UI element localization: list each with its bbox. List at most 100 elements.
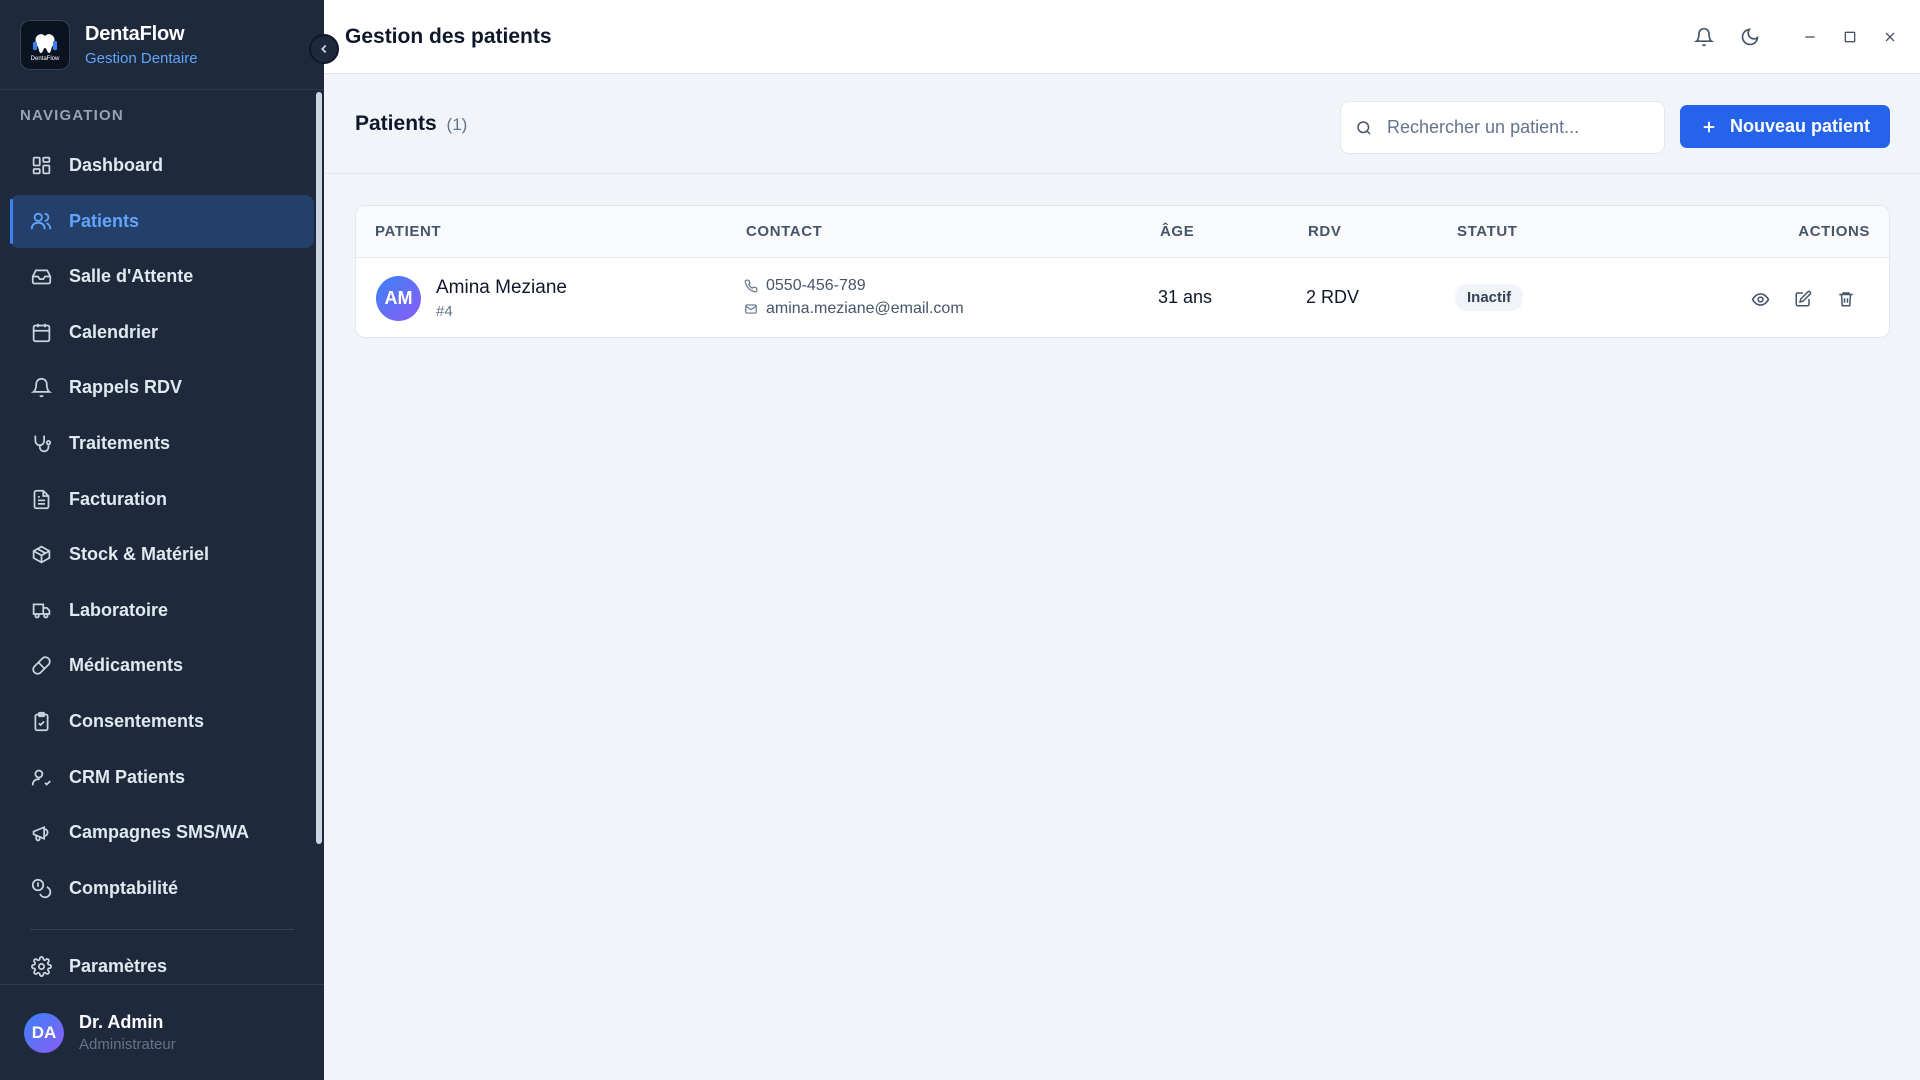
sidebar-item-stock[interactable]: Stock & Matériel xyxy=(10,528,314,581)
maximize-button[interactable] xyxy=(1830,15,1870,59)
calendar-icon xyxy=(30,321,52,343)
column-header-statut: STATUT xyxy=(1457,223,1518,240)
nav-list: Dashboard Patients Salle d'Attente Calen… xyxy=(0,139,324,993)
user-profile[interactable]: DA Dr. Admin Administrateur xyxy=(0,984,324,1080)
sidebar-item-label: Calendrier xyxy=(69,321,159,342)
sidebar-item-label: Patients xyxy=(69,210,140,231)
topbar: Gestion des patients xyxy=(324,0,1920,74)
trash-icon xyxy=(1839,292,1853,307)
patients-table: PATIENT CONTACT ÂGE RDV STATUT ACTIONS A… xyxy=(355,205,1890,338)
patient-phone: 0550-456-789 xyxy=(744,277,866,295)
sidebar-item-label: Facturation xyxy=(69,488,168,509)
section-title: Patients (1) xyxy=(355,112,467,136)
gear-icon xyxy=(30,955,52,977)
sidebar-item-label: Traitements xyxy=(69,432,171,453)
patients-header: Patients (1) Nouveau patient xyxy=(324,74,1920,174)
users-icon xyxy=(30,210,52,232)
table-row[interactable]: AM Amina Meziane #4 0550-456-789 amina.m… xyxy=(356,258,1889,337)
new-patient-label: Nouveau patient xyxy=(1729,116,1871,136)
sidebar-item-label: Médicaments xyxy=(69,655,184,676)
patient-age: 31 ans xyxy=(1158,287,1213,307)
user-check-icon xyxy=(30,766,52,788)
sidebar-item-label: CRM Patients xyxy=(69,766,186,787)
sidebar-item-label: Comptabilité xyxy=(69,877,179,898)
sidebar-item-campagnes[interactable]: Campagnes SMS/WA xyxy=(10,806,314,859)
package-icon xyxy=(30,544,52,566)
main-content: Patients (1) Nouveau patient PATIENT CON… xyxy=(324,74,1920,1080)
sidebar-item-rappels-rdv[interactable]: Rappels RDV xyxy=(10,361,314,414)
column-header-contact: CONTACT xyxy=(746,223,823,240)
plus-icon xyxy=(1700,118,1718,136)
search-icon xyxy=(1357,120,1371,135)
coins-icon xyxy=(30,877,52,899)
sidebar-item-label: Stock & Matériel xyxy=(69,544,210,565)
sidebar-item-label: Campagnes SMS/WA xyxy=(69,822,250,843)
sidebar-item-label: Rappels RDV xyxy=(69,377,183,398)
notifications-button[interactable] xyxy=(1682,15,1726,59)
sidebar-collapse-button[interactable] xyxy=(309,34,339,64)
patients-title-text: Patients xyxy=(355,111,437,135)
sidebar-item-label: Laboratoire xyxy=(69,599,169,620)
sidebar-item-comptabilite[interactable]: Comptabilité xyxy=(10,862,314,915)
column-header-rdv: RDV xyxy=(1308,223,1342,240)
phone-icon xyxy=(744,279,758,293)
email-text: amina.meziane@email.com xyxy=(766,300,964,317)
table-header: PATIENT CONTACT ÂGE RDV STATUT ACTIONS xyxy=(356,206,1889,258)
delete-button[interactable] xyxy=(1833,286,1859,312)
sidebar-item-consentements[interactable]: Consentements xyxy=(10,695,314,748)
avatar: DA xyxy=(24,1012,64,1053)
bell-icon xyxy=(30,377,52,399)
stethoscope-icon xyxy=(30,432,52,454)
patients-count: (1) xyxy=(446,114,468,134)
truck-icon xyxy=(30,599,52,621)
column-header-patient: PATIENT xyxy=(375,223,442,240)
column-header-age: ÂGE xyxy=(1160,223,1195,240)
sidebar-item-crm-patients[interactable]: CRM Patients xyxy=(10,751,314,804)
moon-icon xyxy=(1741,28,1759,46)
sidebar: DentaFlow DentaFlow Gestion Dentaire NAV… xyxy=(0,0,324,1080)
nav-divider xyxy=(30,928,294,930)
patient-name: Amina Meziane xyxy=(436,277,567,298)
inbox-icon xyxy=(30,266,52,288)
patient-rdv: 2 RDV xyxy=(1306,287,1360,307)
patient-email: amina.meziane@email.com xyxy=(744,300,964,318)
close-window-button[interactable] xyxy=(1870,15,1910,59)
patient-avatar: AM xyxy=(376,276,421,321)
brand-header: DentaFlow DentaFlow Gestion Dentaire xyxy=(0,0,324,90)
nav-heading: NAVIGATION xyxy=(20,107,124,124)
search-input[interactable] xyxy=(1387,117,1647,138)
phone-text: 0550-456-789 xyxy=(766,277,866,294)
mail-icon xyxy=(745,304,757,314)
maximize-icon xyxy=(1844,31,1856,43)
app-subtitle: Gestion Dentaire xyxy=(85,49,198,67)
search-box[interactable] xyxy=(1340,101,1665,154)
logo-wordmark: DentaFlow xyxy=(31,56,60,62)
edit-button[interactable] xyxy=(1790,286,1816,312)
sidebar-item-salle-attente[interactable]: Salle d'Attente xyxy=(10,250,314,303)
chevron-left-icon xyxy=(321,44,327,54)
sidebar-scrollbar[interactable] xyxy=(316,92,322,844)
app-logo: DentaFlow xyxy=(20,19,70,70)
sidebar-item-laboratoire[interactable]: Laboratoire xyxy=(10,584,314,637)
new-patient-button[interactable]: Nouveau patient xyxy=(1680,105,1890,148)
file-text-icon xyxy=(30,488,52,510)
sidebar-item-calendrier[interactable]: Calendrier xyxy=(10,306,314,359)
minimize-button[interactable] xyxy=(1790,15,1830,59)
sidebar-item-traitements[interactable]: Traitements xyxy=(10,417,314,470)
sidebar-item-patients[interactable]: Patients xyxy=(10,194,314,248)
clipboard-check-icon xyxy=(30,710,52,732)
sidebar-item-medicaments[interactable]: Médicaments xyxy=(10,639,314,692)
top-actions xyxy=(1682,0,1920,74)
view-button[interactable] xyxy=(1747,286,1773,312)
dark-mode-toggle[interactable] xyxy=(1728,15,1772,59)
app-name: DentaFlow xyxy=(85,22,185,45)
patient-id: #4 xyxy=(436,303,453,320)
bell-icon xyxy=(1694,27,1714,47)
sidebar-item-facturation[interactable]: Facturation xyxy=(10,473,314,526)
sidebar-item-dashboard[interactable]: Dashboard xyxy=(10,139,314,192)
sidebar-item-label: Consentements xyxy=(69,710,205,731)
megaphone-icon xyxy=(30,822,52,844)
dashboard-icon xyxy=(30,155,52,177)
column-header-actions: ACTIONS xyxy=(1798,223,1870,240)
user-role: Administrateur xyxy=(79,1036,176,1053)
